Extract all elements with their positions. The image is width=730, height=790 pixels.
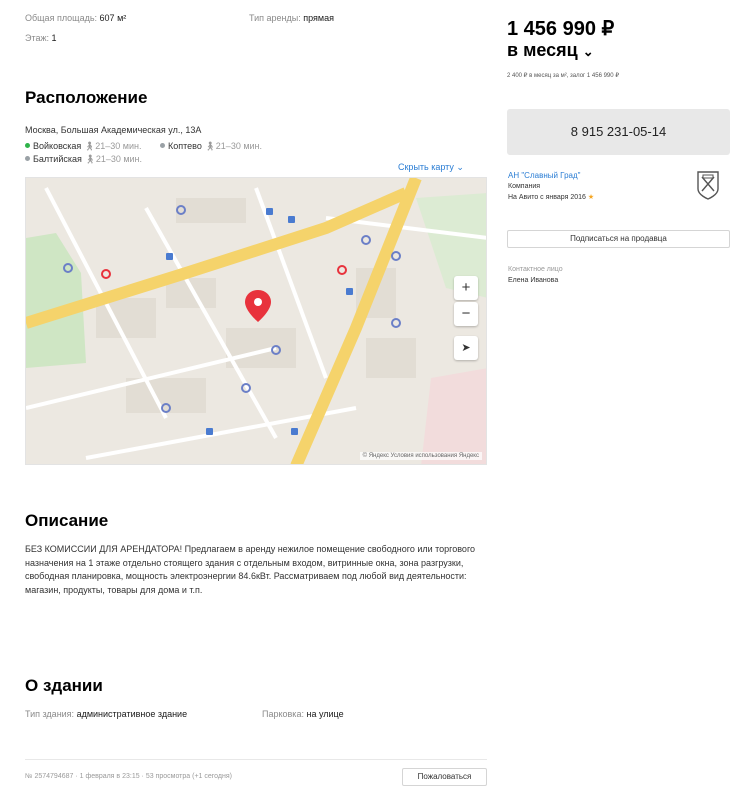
description-heading: Описание — [25, 511, 109, 530]
price-period-select[interactable]: в месяц ⌄ — [507, 40, 594, 61]
rent-type-label: Тип аренды: — [249, 13, 301, 23]
floor-value: 1 — [51, 33, 57, 43]
metro-line-dot — [25, 143, 30, 148]
seller-type: Компания — [508, 183, 541, 190]
parking-value: на улице — [306, 709, 344, 719]
seller-since-text: На Авито с января 2016 — [508, 194, 586, 201]
chevron-down-icon: ⌄ — [456, 162, 464, 172]
seller-since: На Авито с января 2016 ★ — [508, 193, 594, 201]
metro-station: Балтийская 🚶︎21–30 мин. — [25, 154, 142, 165]
area-label: Общая площадь: — [25, 13, 98, 23]
metro-walk-time: 21–30 мин. — [95, 141, 142, 151]
subscribe-seller-button[interactable]: Подписаться на продавца — [507, 230, 730, 248]
geolocation-icon[interactable]: ➤ — [454, 336, 478, 360]
seller-name-link[interactable]: АН "Славный Град" — [508, 171, 580, 180]
floor-label: Этаж: — [25, 33, 50, 43]
walk-icon: 🚶︎ — [83, 141, 96, 151]
hide-map-label: Скрыть карту — [398, 162, 454, 172]
building-type-param: Тип здания: административное здание — [25, 709, 187, 719]
chevron-down-icon: ⌄ — [582, 44, 594, 59]
show-phone-button[interactable]: 8 915 231-05-14 — [507, 109, 730, 155]
metro-name: Коптево — [168, 141, 202, 151]
description-text: БЕЗ КОМИССИИ ДЛЯ АРЕНДАТОРА! Предлагаем … — [25, 544, 476, 595]
parking-param: Парковка: на улице — [262, 709, 344, 719]
building-heading: О здании — [25, 676, 103, 695]
listing-meta: № 2574794687 · 1 февраля в 23:15 · 53 пр… — [25, 773, 232, 780]
price: 1 456 990 ₽ — [507, 18, 615, 40]
walk-icon: 🚶︎ — [204, 141, 216, 151]
seller-logo[interactable] — [694, 169, 722, 201]
map-credit: © Яндекс Условия использования Яндекс — [359, 452, 482, 460]
location-heading: Расположение — [25, 88, 148, 107]
contact-name: Елена Иванова — [508, 277, 559, 284]
metro-walk-time: 21–30 мин. — [95, 154, 143, 164]
period-label: в месяц — [507, 40, 578, 60]
parking-label: Парковка: — [262, 709, 304, 719]
building-type-label: Тип здания: — [25, 709, 75, 719]
contact-label: Контактное лицо — [508, 266, 563, 273]
price-note: 2 400 ₽ в месяц за м², залог 1 456 990 ₽ — [507, 73, 620, 79]
metro-line-dot — [25, 156, 30, 161]
footer-divider — [25, 759, 487, 760]
metro-station: Коптево 🚶︎21–30 мин. — [160, 141, 262, 152]
address: Москва, Большая Академическая ул., 13А — [25, 125, 202, 135]
hide-map-link[interactable]: Скрыть карту ⌄ — [398, 162, 464, 173]
walk-icon: 🚶︎ — [84, 154, 96, 164]
metro-name: Войковская — [33, 141, 82, 151]
rent-type-param: Тип аренды: прямая — [249, 12, 334, 25]
floor-param: Этаж: 1 — [25, 32, 57, 45]
metro-name: Балтийская — [33, 154, 82, 164]
map[interactable]: + − ➤ © Яндекс Условия использования Янд… — [25, 177, 487, 465]
map-canvas[interactable] — [26, 178, 487, 465]
area-value: 607 м² — [99, 13, 127, 23]
rent-type-value: прямая — [303, 13, 334, 23]
zoom-in-button[interactable]: + — [454, 276, 478, 300]
area-param: Общая площадь: 607 м² — [25, 12, 126, 25]
zoom-out-button[interactable]: − — [454, 302, 478, 326]
star-icon: ★ — [587, 194, 595, 201]
complain-button[interactable]: Пожаловаться — [402, 768, 487, 786]
metro-station: Войковская 🚶︎21–30 мин. — [25, 141, 141, 152]
metro-line-dot — [160, 143, 165, 148]
building-type-value: административное здание — [76, 709, 188, 719]
metro-walk-time: 21–30 мин. — [215, 141, 263, 151]
